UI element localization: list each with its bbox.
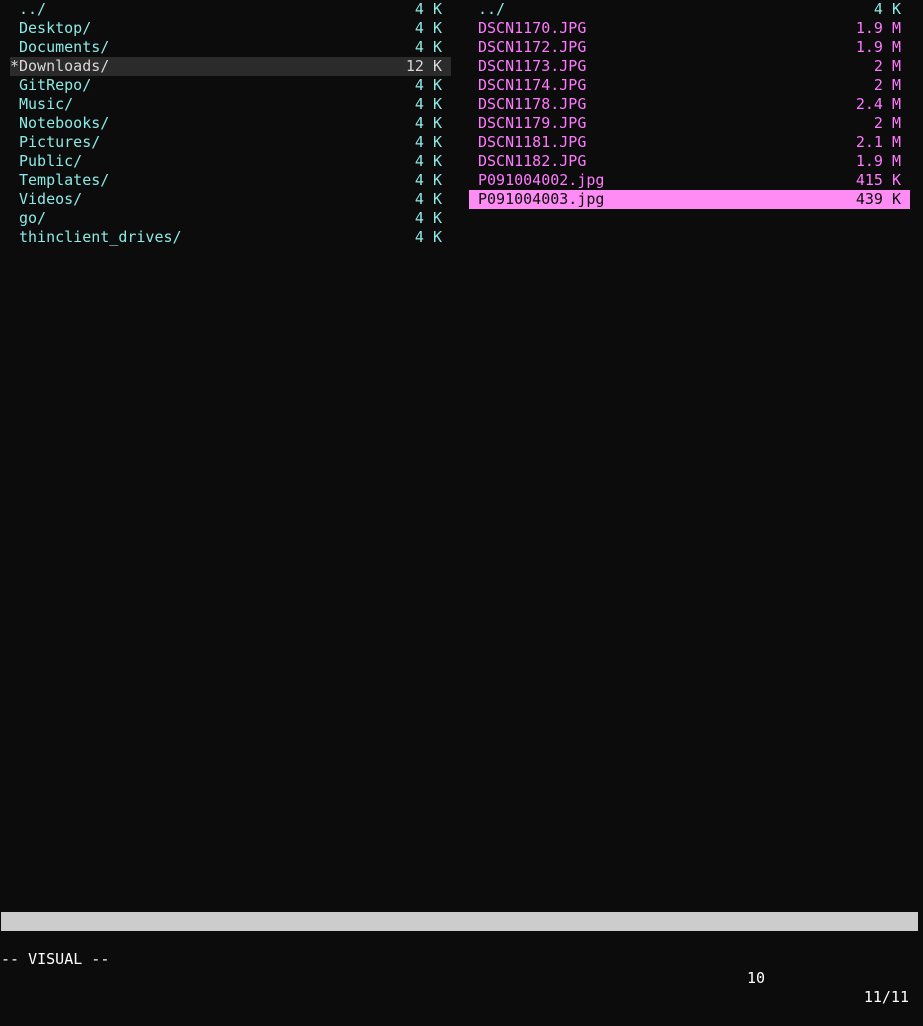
entry-name: ../ (478, 0, 506, 18)
directory-entry[interactable]: Documents/4 K (10, 38, 451, 57)
entry-size: 4 K (414, 76, 442, 94)
file-entry[interactable]: DSCN1182.JPG 1.9 M (469, 152, 910, 171)
entry-name: DSCN1170.JPG (478, 19, 587, 37)
entry-name: Documents/ (19, 38, 110, 56)
entry-size: 4 K (414, 209, 442, 227)
parent-directory-pane[interactable]: ../4 K Desktop/4 K Documents/4 K * Downloads… (10, 0, 451, 247)
entry-size: 4 K (414, 19, 442, 37)
entry-size: 2 M (873, 76, 901, 94)
entry-size: 439 K (855, 190, 901, 208)
file-size: 439 K (666, 988, 712, 1006)
selection-count: 10 (747, 969, 766, 987)
entry-size: 4 K (414, 0, 442, 18)
entry-name: Music/ (19, 95, 74, 113)
entry-size: 2 M (873, 114, 901, 132)
entry-name: DSCN1173.JPG (478, 57, 587, 75)
entry-name: P091004002.jpg (478, 171, 605, 189)
file-owner: superroot:superroot (397, 969, 569, 987)
file-entry[interactable]: DSCN1172.JPG 1.9 M (469, 38, 910, 57)
entry-size: 1.9 M (855, 152, 901, 170)
directory-entry[interactable]: Desktop/4 K (10, 19, 451, 38)
entry-size: 4 K (414, 152, 442, 170)
entry-size: 1.9 M (855, 19, 901, 37)
entry-name: Public/ (19, 152, 83, 170)
entry-size: 2.1 M (855, 133, 901, 151)
mode-line: -- VISUAL -- 10 11/11 (1, 931, 918, 1006)
entry-size: 2 M (873, 57, 901, 75)
directory-entry[interactable]: Videos/4 K (10, 190, 451, 209)
entry-name: DSCN1179.JPG (478, 114, 587, 132)
directory-entry[interactable]: Templates/4 K (10, 171, 451, 190)
entry-name: DSCN1174.JPG (478, 76, 587, 94)
entry-size: 4 K (414, 114, 442, 132)
entry-name: DSCN1172.JPG (478, 38, 587, 56)
entry-size: 4 K (414, 171, 442, 189)
entry-size: 1.9 M (855, 38, 901, 56)
entry-size: 4 K (414, 38, 442, 56)
directory-entry[interactable]: ../ 4 K (10, 0, 451, 19)
entry-size: 2.4 M (855, 95, 901, 113)
entry-name: go/ (19, 209, 47, 227)
entry-name: Templates/ (19, 171, 110, 189)
entry-name: Notebooks/ (19, 114, 110, 132)
entry-name: thinclient_drives/ (19, 228, 182, 246)
current-directory-pane[interactable]: ../ 4 K DSCN1170.JPG 1.9 M DSCN1172.JPG 1.9 M… (469, 0, 910, 209)
directory-entry[interactable]: GitRepo/4 K (10, 76, 451, 95)
entry-size: 415 K (855, 171, 901, 189)
file-entry[interactable]: DSCN1170.JPG 1.9 M (469, 19, 910, 38)
entry-size: 4 K (414, 133, 442, 151)
directory-entry[interactable]: thinclient_drives/4 K (10, 228, 451, 247)
file-entry[interactable]: DSCN1181.JPG 2.1 M (469, 133, 910, 152)
file-entry[interactable]: DSCN1174.JPG 2 M (469, 76, 910, 95)
entry-size: 12 K (405, 57, 442, 75)
file-permissions: -rwxrwxrwx (289, 950, 380, 968)
mode-indicator: -- VISUAL -- (1, 950, 110, 968)
directory-entry[interactable]: go/4 K (10, 209, 451, 228)
directory-entry[interactable]: Public/4 K (10, 152, 451, 171)
entry-name: P091004003.jpg (478, 190, 605, 208)
status-bar: Hint: Up/down arrows on comma -rwxrwxrwx… (1, 912, 918, 1025)
entry-name: DSCN1182.JPG (478, 152, 587, 170)
entry-name: Videos/ (19, 190, 83, 208)
directory-entry[interactable]: Notebooks/4 K (10, 114, 451, 133)
directory-entry[interactable]: Pictures/4 K (10, 133, 451, 152)
entry-name: ../ (19, 0, 47, 18)
entry-size: 4 K (873, 0, 901, 18)
entry-name: Pictures/ (19, 133, 101, 151)
file-entry[interactable]: P091004003.jpg 439 K (469, 190, 910, 209)
entry-name: Downloads/ (19, 57, 110, 75)
entry-name: DSCN1178.JPG (478, 95, 587, 113)
file-entry[interactable]: DSCN1178.JPG 2.4 M (469, 95, 910, 114)
file-entry[interactable]: DSCN1179.JPG 2 M (469, 114, 910, 133)
directory-entry[interactable]: Music/4 K (10, 95, 451, 114)
entry-size: 4 K (414, 228, 442, 246)
directory-entry[interactable]: * Downloads/12 K (10, 57, 451, 76)
entry-size: 4 K (414, 95, 442, 113)
cursor-position: 11/11 (863, 988, 909, 1006)
file-entry[interactable]: DSCN1173.JPG 2 M (469, 57, 910, 76)
entry-size: 4 K (414, 190, 442, 208)
entry-name: GitRepo/ (19, 76, 92, 94)
directory-entry[interactable]: ../ 4 K (469, 0, 910, 19)
entry-name: Desktop/ (19, 19, 92, 37)
file-datetime: 12/14 21:32 (801, 1007, 901, 1025)
file-entry[interactable]: P091004002.jpg 415 K (469, 171, 910, 190)
entry-name: DSCN1181.JPG (478, 133, 587, 151)
entry-marker: * (10, 57, 20, 75)
